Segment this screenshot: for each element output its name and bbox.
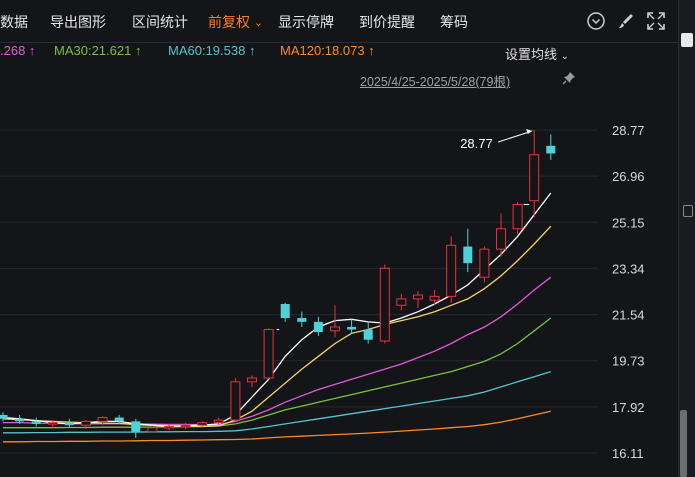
candle-body — [396, 298, 407, 306]
candle-body — [512, 203, 523, 230]
candle-body — [379, 267, 390, 342]
y-axis-label: 25.15 — [612, 215, 645, 230]
y-axis-label: 17.92 — [612, 400, 645, 415]
right-panel-edge — [678, 0, 695, 477]
fullscreen-icon[interactable] — [645, 10, 667, 32]
candle-body — [313, 321, 323, 333]
candle-body — [114, 417, 124, 422]
candle-body — [247, 377, 257, 383]
candle-body — [546, 145, 556, 154]
candlestick-chart[interactable]: 28.77 26.96 25.15 23.34 21.54 19.73 17.92 16.11… — [0, 90, 678, 477]
panel-tab[interactable] — [681, 33, 693, 47]
ma20-line — [3, 276, 552, 426]
scrollbar[interactable] — [680, 410, 687, 477]
candle-body — [230, 381, 241, 421]
ma-settings-button[interactable]: 设置均线 ⌄ — [505, 44, 569, 63]
candle-body — [347, 326, 357, 330]
y-axis-label: 23.34 — [612, 261, 645, 276]
candle-body — [164, 425, 174, 429]
pin-icon[interactable] — [562, 71, 576, 85]
toolbar-chips[interactable]: 筹码 — [440, 12, 468, 32]
y-axis-label: 19.73 — [612, 354, 645, 369]
forward-adjust-label: 前复权 — [208, 14, 250, 30]
chevron-down-icon: ⌄ — [253, 17, 264, 29]
candle-body — [180, 424, 191, 428]
candle-body — [529, 154, 540, 202]
candle-body — [147, 427, 158, 433]
toolbar-interval-stats[interactable]: 区间统计 — [132, 12, 188, 32]
candle-body — [330, 326, 340, 332]
candle-body — [47, 422, 58, 425]
brush-icon[interactable] — [615, 10, 637, 32]
candle-body — [463, 246, 473, 264]
toolbar-data[interactable]: 数据 — [0, 12, 28, 32]
toolbar-show-suspension[interactable]: 显示停牌 — [278, 12, 334, 32]
panel-handle[interactable] — [683, 205, 693, 217]
candle-body — [413, 294, 423, 300]
candle-body — [64, 422, 74, 426]
high-price-label: 28.77 — [460, 136, 493, 151]
ma-partial-value: .268 ↑ — [0, 43, 36, 58]
ma120-value: MA120:18.073 ↑ — [280, 43, 375, 58]
toolbar-forward-adjust[interactable]: 前复权 ⌄ — [208, 12, 263, 32]
y-axis-label: 28.77 — [612, 123, 645, 138]
high-arrow-line — [498, 130, 533, 143]
y-axis-label: 26.96 — [612, 169, 645, 184]
candle-body — [197, 422, 208, 426]
candle-body — [496, 228, 506, 250]
ma60-value: MA60:19.538 ↑ — [168, 43, 256, 58]
clock-down-icon[interactable] — [585, 10, 607, 32]
candle-body — [363, 329, 373, 340]
candle-body — [263, 329, 274, 379]
candle-body — [0, 414, 8, 419]
candle-body — [280, 304, 290, 319]
candle-body — [479, 248, 490, 278]
y-axis-label: 21.54 — [612, 308, 645, 323]
date-range-label[interactable]: 2025/4/25-2025/5/28(79根) — [360, 71, 510, 90]
candle-body — [31, 421, 41, 424]
candle-body — [15, 418, 25, 422]
chevron-down-icon: ⌄ — [560, 51, 570, 62]
toolbar-price-alert[interactable]: 到价提醒 — [359, 12, 415, 32]
candle-body — [429, 295, 440, 301]
candle-body — [297, 318, 307, 322]
candle-body — [213, 419, 224, 424]
candle-body — [81, 420, 91, 426]
candle-body — [97, 417, 108, 422]
ma30-value: MA30:21.621 ↑ — [54, 43, 142, 58]
ma-settings-label: 设置均线 — [505, 47, 558, 62]
chart-toolbar: 数据 导出图形 区间统计 前复权 ⌄ 显示停牌 到价提醒 筹码 — [0, 0, 695, 43]
ma5-line — [2, 192, 552, 428]
candle-body — [131, 421, 141, 432]
toolbar-export-chart[interactable]: 导出图形 — [50, 12, 106, 32]
y-axis-label: 16.11 — [612, 446, 644, 461]
ma120-line — [3, 410, 551, 443]
candle-body — [446, 244, 457, 297]
